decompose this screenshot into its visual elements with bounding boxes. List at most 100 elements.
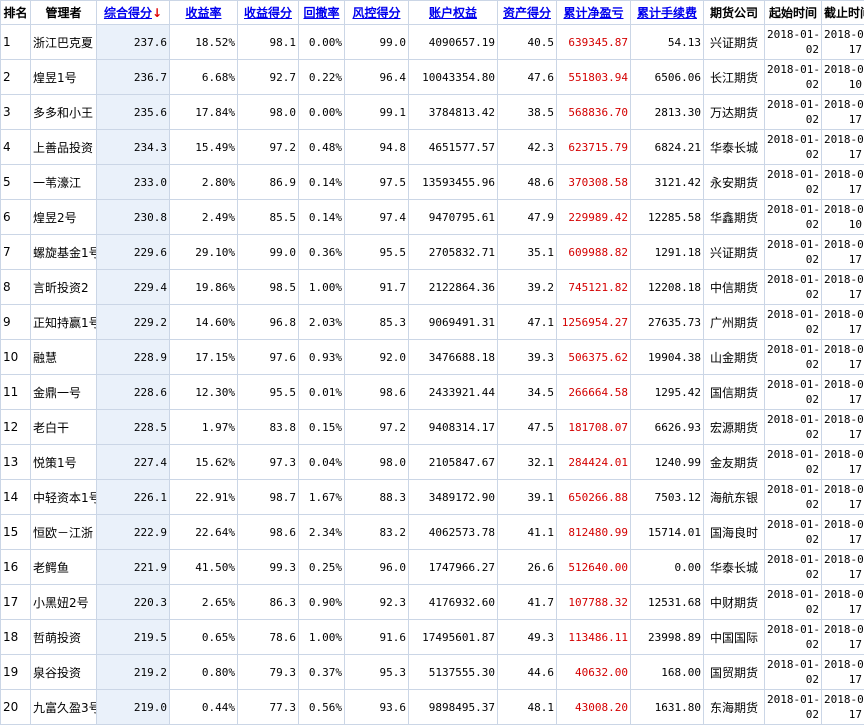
asset-score-cell: 39.2 [498, 270, 557, 305]
header-drawdown[interactable]: 回撤率 [299, 1, 345, 25]
return-rate-cell: 2.49% [170, 200, 238, 235]
asset-score-cell: 48.6 [498, 165, 557, 200]
rank-cell: 12 [1, 410, 31, 445]
table-row: 15恒欧－江浙222.922.64%98.62.34%83.24062573.7… [1, 515, 864, 550]
drawdown-cell: 0.93% [299, 340, 345, 375]
equity-cell: 1747966.27 [409, 550, 498, 585]
manager-link[interactable]: 老白干 [31, 410, 97, 445]
date-line-1: 2018-01- [824, 237, 862, 252]
header-net-profit[interactable]: 累计净盈亏 [557, 1, 631, 25]
net-profit-cell: 43008.20 [557, 690, 631, 725]
ranking-table: 排名 管理者 综合得分↓ 收益率 收益得分 回撤率 风控得分 账户权益 资产得分… [0, 0, 864, 725]
manager-link[interactable]: 言昕投资2 [31, 270, 97, 305]
header-asset-score[interactable]: 资产得分 [498, 1, 557, 25]
manager-link[interactable]: 多多和小王 [31, 95, 97, 130]
risk-score-cell: 92.3 [345, 585, 409, 620]
start-time-cell: 2018-01-02 [765, 200, 822, 235]
asset-score-cell: 41.1 [498, 515, 557, 550]
net-profit-cell: 1256954.27 [557, 305, 631, 340]
return-rate-cell: 14.60% [170, 305, 238, 340]
end-time-cell: 2018-01-10 [822, 200, 864, 235]
manager-link[interactable]: 正知持赢1号 [31, 305, 97, 340]
rank-cell: 19 [1, 655, 31, 690]
company-cell: 中信期货 [704, 270, 765, 305]
fees-cell: 27635.73 [631, 305, 704, 340]
manager-link[interactable]: 哲萌投资 [31, 620, 97, 655]
end-time-cell: 2018-01-17 [822, 95, 864, 130]
company-cell: 宏源期货 [704, 410, 765, 445]
drawdown-cell: 0.00% [299, 25, 345, 60]
date-line-2: 17 [824, 42, 862, 57]
return-score-cell: 99.0 [238, 235, 299, 270]
fees-cell: 3121.42 [631, 165, 704, 200]
risk-score-cell: 97.4 [345, 200, 409, 235]
return-rate-cell: 15.49% [170, 130, 238, 165]
header-return-score[interactable]: 收益得分 [238, 1, 299, 25]
end-time-cell: 2018-01-17 [822, 375, 864, 410]
company-cell: 万达期货 [704, 95, 765, 130]
return-score-cell: 95.5 [238, 375, 299, 410]
equity-cell: 2433921.44 [409, 375, 498, 410]
manager-link[interactable]: 老鳄鱼 [31, 550, 97, 585]
header-start-time: 起始时间 [765, 1, 822, 25]
return-rate-cell: 17.84% [170, 95, 238, 130]
return-rate-cell: 0.44% [170, 690, 238, 725]
manager-link[interactable]: 融慧 [31, 340, 97, 375]
manager-link[interactable]: 浙江巴克夏 [31, 25, 97, 60]
manager-link[interactable]: 中轻资本1号 [31, 480, 97, 515]
date-line-2: 02 [767, 77, 819, 92]
return-score-cell: 83.8 [238, 410, 299, 445]
net-profit-cell: 639345.87 [557, 25, 631, 60]
return-rate-cell: 6.68% [170, 60, 238, 95]
end-time-cell: 2018-01-17 [822, 410, 864, 445]
manager-link[interactable]: 恒欧－江浙 [31, 515, 97, 550]
table-row: 12老白干228.51.97%83.80.15%97.29408314.1747… [1, 410, 864, 445]
risk-score-cell: 96.4 [345, 60, 409, 95]
company-cell: 山金期货 [704, 340, 765, 375]
manager-link[interactable]: 泉谷投资 [31, 655, 97, 690]
table-row: 5一苇濠江233.02.80%86.90.14%97.513593455.964… [1, 165, 864, 200]
manager-link[interactable]: 煌昱2号 [31, 200, 97, 235]
manager-link[interactable]: 悦策1号 [31, 445, 97, 480]
table-row: 10融慧228.917.15%97.60.93%92.03476688.1839… [1, 340, 864, 375]
fees-cell: 12531.68 [631, 585, 704, 620]
composite-score-cell: 228.5 [97, 410, 170, 445]
return-rate-cell: 19.86% [170, 270, 238, 305]
manager-link[interactable]: 上善品投资 [31, 130, 97, 165]
header-fees[interactable]: 累计手续费 [631, 1, 704, 25]
drawdown-cell: 0.90% [299, 585, 345, 620]
header-return-rate[interactable]: 收益率 [170, 1, 238, 25]
start-time-cell: 2018-01-02 [765, 25, 822, 60]
return-score-cell: 86.9 [238, 165, 299, 200]
return-score-cell: 98.7 [238, 480, 299, 515]
date-line-2: 02 [767, 287, 819, 302]
date-line-2: 02 [767, 357, 819, 372]
return-rate-cell: 2.80% [170, 165, 238, 200]
fees-cell: 12208.18 [631, 270, 704, 305]
manager-link[interactable]: 小黑妞2号 [31, 585, 97, 620]
date-line-1: 2018-01- [824, 307, 862, 322]
equity-cell: 4651577.57 [409, 130, 498, 165]
equity-cell: 9470795.61 [409, 200, 498, 235]
date-line-1: 2018-01- [824, 587, 862, 602]
end-time-cell: 2018-01-17 [822, 340, 864, 375]
asset-score-cell: 35.1 [498, 235, 557, 270]
drawdown-cell: 0.14% [299, 165, 345, 200]
equity-cell: 4176932.60 [409, 585, 498, 620]
table-row: 19泉谷投资219.20.80%79.30.37%95.35137555.304… [1, 655, 864, 690]
manager-link[interactable]: 金鼎一号 [31, 375, 97, 410]
risk-score-cell: 99.1 [345, 95, 409, 130]
header-composite-score[interactable]: 综合得分↓ [97, 1, 170, 25]
risk-score-cell: 97.5 [345, 165, 409, 200]
date-line-2: 17 [824, 672, 862, 687]
manager-link[interactable]: 九富久盈3号 [31, 690, 97, 725]
manager-link[interactable]: 煌昱1号 [31, 60, 97, 95]
manager-link[interactable]: 一苇濠江 [31, 165, 97, 200]
header-equity[interactable]: 账户权益 [409, 1, 498, 25]
date-line-2: 02 [767, 392, 819, 407]
fees-cell: 1240.99 [631, 445, 704, 480]
risk-score-cell: 88.3 [345, 480, 409, 515]
return-score-cell: 96.8 [238, 305, 299, 340]
manager-link[interactable]: 螺旋基金1号 [31, 235, 97, 270]
header-risk-score[interactable]: 风控得分 [345, 1, 409, 25]
